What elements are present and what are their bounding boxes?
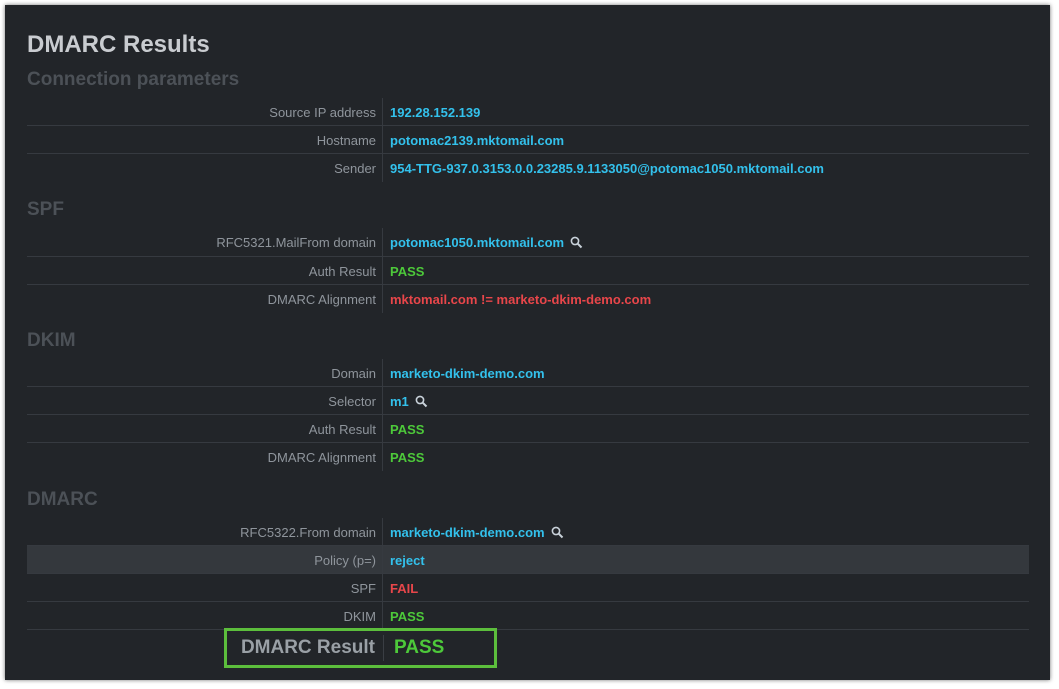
row-label: Source IP address bbox=[269, 104, 376, 120]
row-dkim-selector: Selector m1 bbox=[27, 386, 1029, 415]
spf-alignment-value: mktomail.com != marketo-dkim-demo.com bbox=[390, 291, 652, 307]
row-spf-alignment: DMARC Alignment mktomail.com != marketo-… bbox=[27, 284, 1029, 313]
row-label: Policy (p=) bbox=[314, 552, 376, 568]
row-label: DKIM bbox=[343, 608, 377, 624]
row-label: DMARC Alignment bbox=[267, 449, 376, 465]
row-dkim-alignment: DMARC Alignment PASS bbox=[27, 442, 1029, 471]
row-value-wrap: marketo-dkim-demo.com bbox=[383, 525, 564, 540]
row-label: Domain bbox=[331, 365, 376, 381]
section-heading-connection: Connection parameters bbox=[27, 69, 240, 90]
dmarc-results-panel: DMARC Results Connection parameters Sour… bbox=[5, 5, 1050, 680]
dkim-selector-value: m1 bbox=[390, 393, 409, 409]
magnifier-icon[interactable] bbox=[415, 395, 428, 408]
row-dmarc-spf: SPF FAIL bbox=[27, 573, 1029, 602]
mailfrom-domain-value: potomac1050.mktomail.com bbox=[390, 234, 565, 250]
row-label: DMARC Alignment bbox=[267, 291, 376, 307]
row-policy: Policy (p=) reject bbox=[27, 545, 1029, 574]
section-heading-dmarc: DMARC bbox=[27, 489, 98, 510]
row-value-wrap: m1 bbox=[383, 394, 428, 409]
from-domain-value: marketo-dkim-demo.com bbox=[390, 524, 545, 540]
row-label: SPF bbox=[350, 580, 376, 596]
dkim-alignment-value: PASS bbox=[390, 449, 425, 465]
dmarc-result-label: DMARC Result bbox=[240, 637, 375, 658]
row-label: Sender bbox=[334, 160, 376, 176]
table-bottom-divider bbox=[27, 629, 1029, 630]
spf-auth-result-value: PASS bbox=[390, 263, 425, 279]
row-dmarc-dkim: DKIM PASS bbox=[27, 601, 1029, 630]
section-heading-dkim: DKIM bbox=[27, 330, 76, 351]
row-label: Auth Result bbox=[308, 263, 376, 279]
policy-value: reject bbox=[390, 552, 425, 568]
row-spf-auth-result: Auth Result PASS bbox=[27, 256, 1029, 285]
row-label: Hostname bbox=[316, 132, 376, 148]
sender-value: 954-TTG-937.0.3153.0.0.23285.9.1133050@p… bbox=[390, 160, 824, 176]
dmarc-result-box: DMARC Result PASS bbox=[224, 628, 497, 668]
dkim-auth-result-value: PASS bbox=[390, 421, 425, 437]
section-heading-spf: SPF bbox=[27, 199, 64, 220]
hostname-value: potomac2139.mktomail.com bbox=[390, 132, 565, 148]
row-source-ip: Source IP address 192.28.152.139 bbox=[27, 98, 1029, 126]
page-title: DMARC Results bbox=[27, 31, 210, 58]
row-label: RFC5321.MailFrom domain bbox=[216, 234, 376, 250]
row-dkim-domain: Domain marketo-dkim-demo.com bbox=[27, 359, 1029, 387]
row-from-domain: RFC5322.From domain marketo-dkim-demo.co… bbox=[27, 518, 1029, 546]
row-dkim-auth-result: Auth Result PASS bbox=[27, 414, 1029, 443]
row-mailfrom-domain: RFC5321.MailFrom domain potomac1050.mkto… bbox=[27, 228, 1029, 256]
dkim-domain-value: marketo-dkim-demo.com bbox=[390, 365, 545, 381]
dmarc-dkim-value: PASS bbox=[390, 608, 425, 624]
row-label: Auth Result bbox=[308, 421, 376, 437]
row-label: RFC5322.From domain bbox=[240, 524, 376, 540]
dmarc-spf-value: FAIL bbox=[390, 580, 419, 596]
row-sender: Sender 954-TTG-937.0.3153.0.0.23285.9.11… bbox=[27, 153, 1029, 182]
magnifier-icon[interactable] bbox=[551, 526, 564, 539]
dmarc-result-value: PASS bbox=[394, 637, 445, 658]
row-hostname: Hostname potomac2139.mktomail.com bbox=[27, 125, 1029, 154]
magnifier-icon[interactable] bbox=[570, 236, 583, 249]
row-value-wrap: potomac1050.mktomail.com bbox=[383, 235, 583, 250]
row-label: Selector bbox=[328, 393, 376, 409]
source-ip-value: 192.28.152.139 bbox=[390, 104, 481, 120]
